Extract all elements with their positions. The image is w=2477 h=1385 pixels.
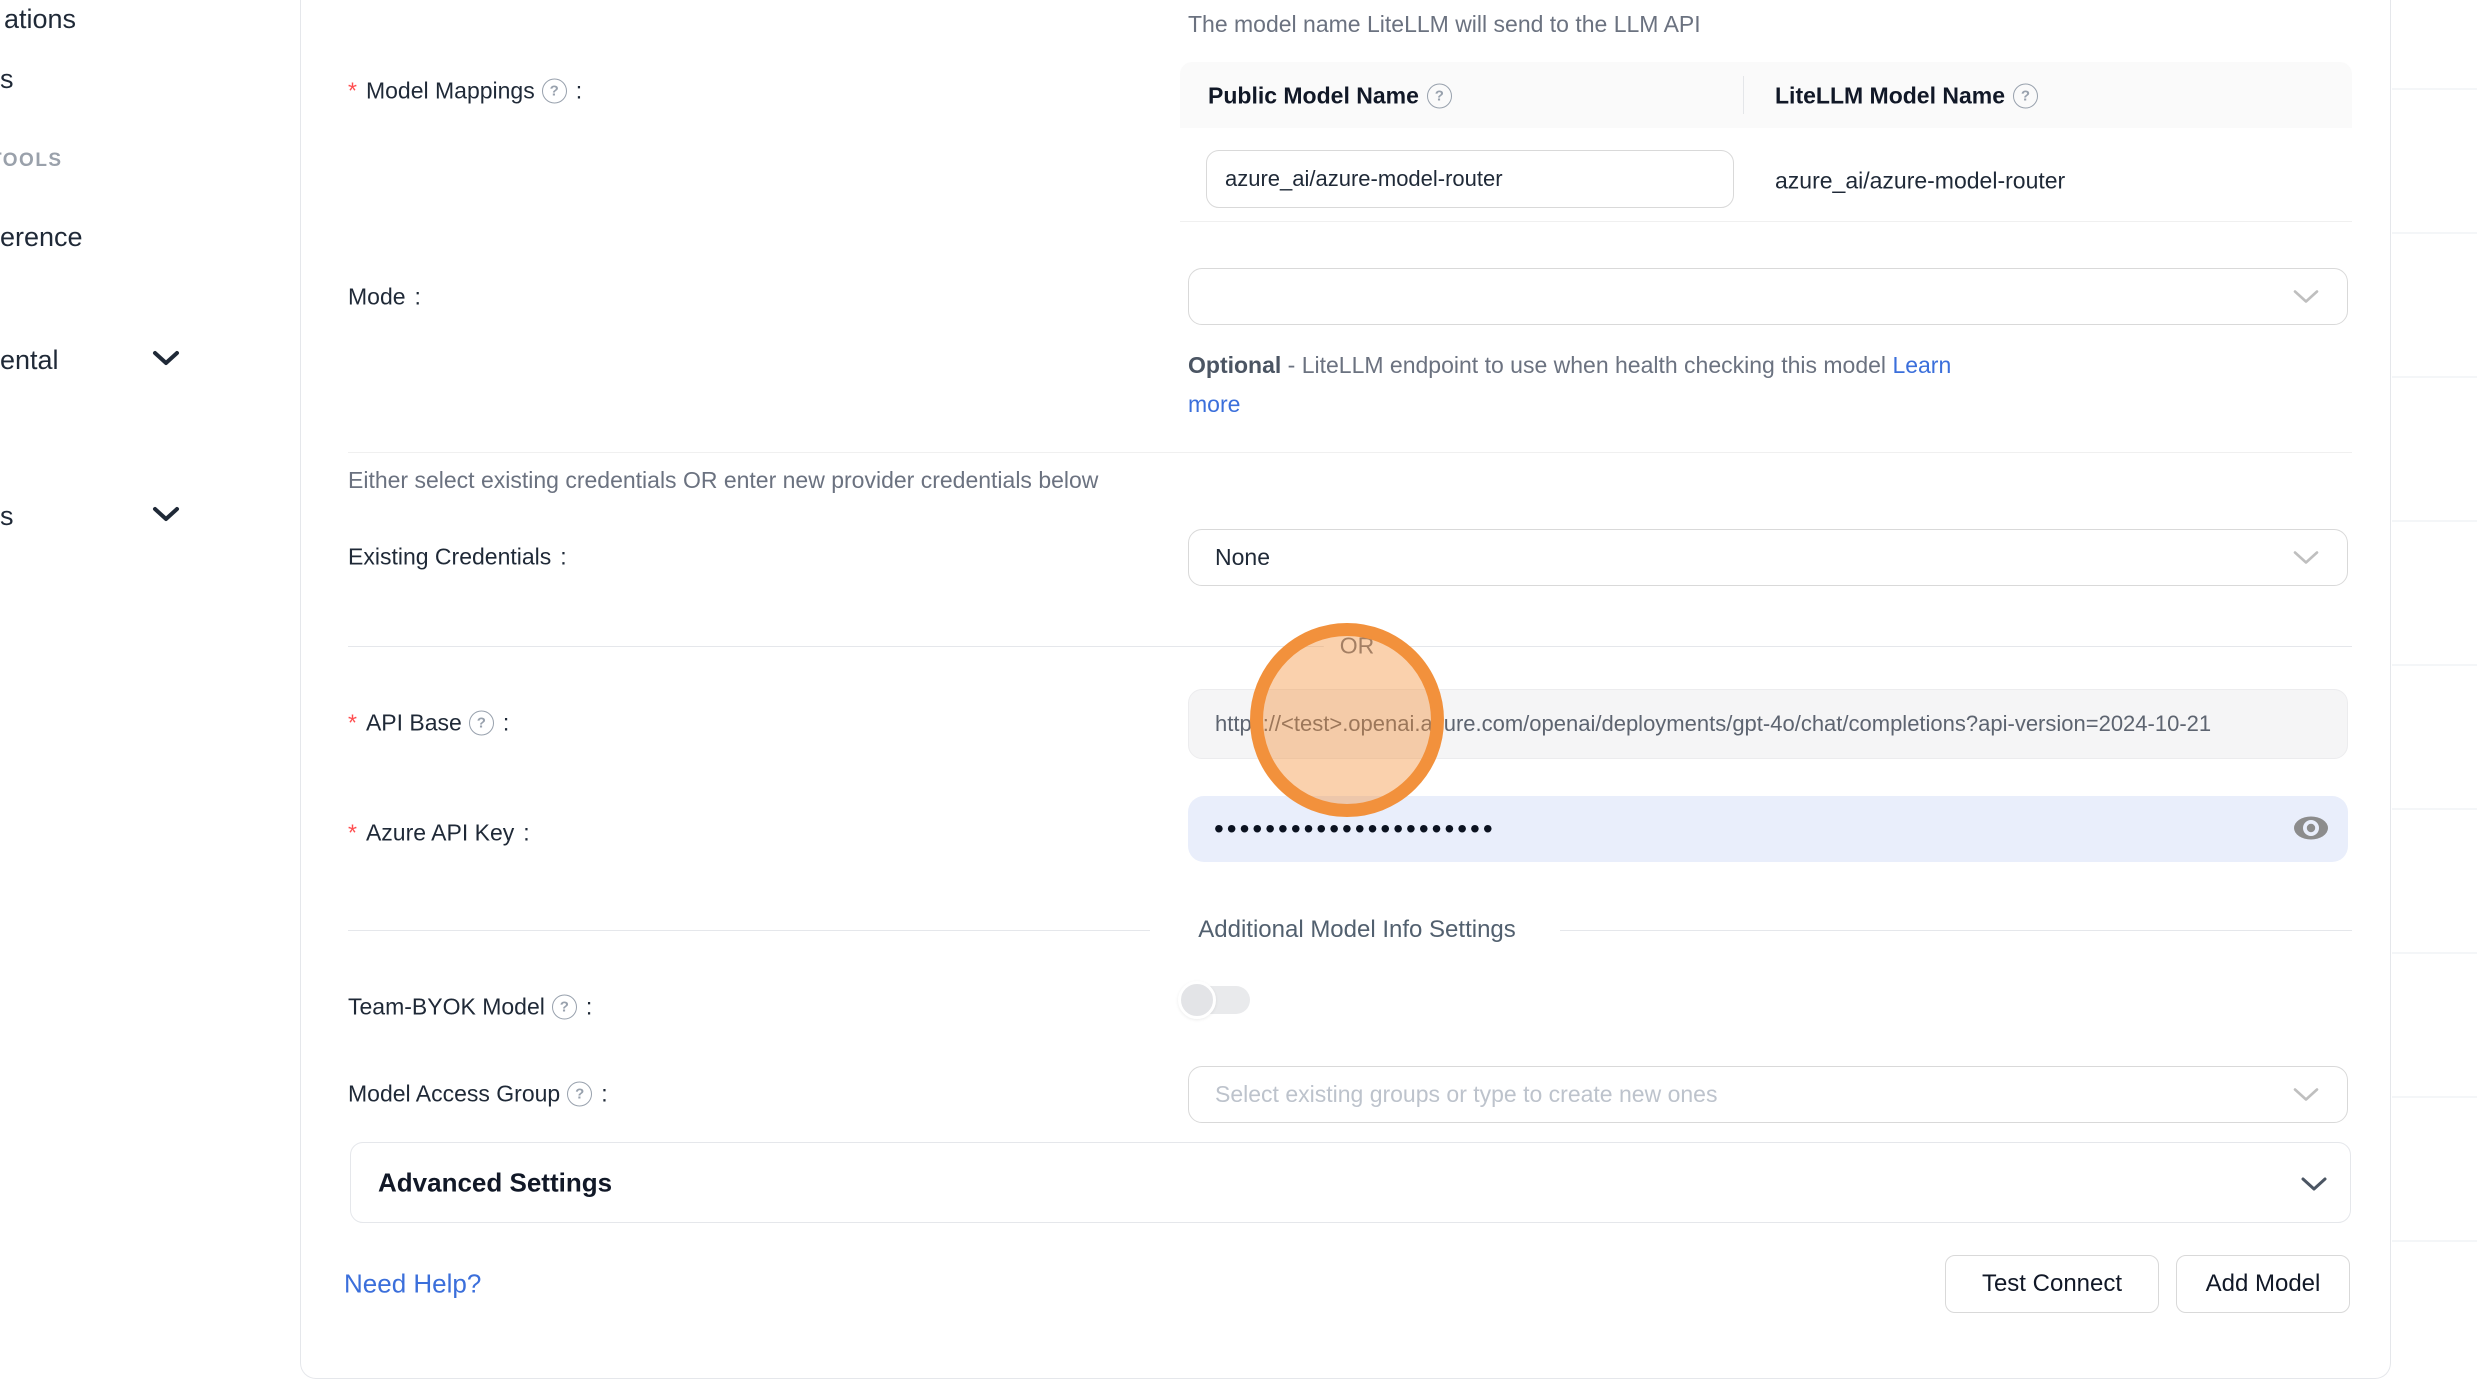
need-help-link[interactable]: Need Help? [344,1269,481,1300]
background-row-line [2392,952,2477,954]
chevron-down-icon [152,506,180,528]
sidebar-item-inference[interactable]: erence [0,222,83,253]
masked-api-key-value: •••••••••••••••••••••• [1214,813,1496,845]
background-row-line [2392,520,2477,522]
chevron-down-icon [152,350,180,372]
sidebar-item-organizations[interactable]: ations [4,4,76,35]
sidebar-section-tools: TOOLS [0,150,63,172]
help-circle-icon[interactable]: ? [552,995,577,1020]
required-asterisk: * [348,78,357,105]
team-byok-label: Team-BYOK Model ? : [348,994,592,1021]
sidebar-item[interactable]: s [0,64,14,95]
existing-credentials-select[interactable]: None [1188,529,2348,586]
section-divider [348,452,2352,453]
chevron-down-icon [2293,1081,2319,1108]
azure-api-key-label: * Azure API Key : [348,820,530,847]
chevron-down-icon [2293,544,2319,571]
model-mappings-label: * Model Mappings ? : [348,78,582,105]
column-divider [1743,76,1744,114]
background-row-line [2392,376,2477,378]
mode-select[interactable] [1188,268,2348,325]
eye-icon[interactable] [2292,813,2330,848]
api-base-label: * API Base ? : [348,710,509,737]
background-row-line [2392,1096,2477,1098]
background-row-line [2392,232,2477,234]
sidebar-item-experimental[interactable]: ental [0,345,59,376]
required-asterisk: * [348,820,357,847]
chevron-down-icon [2300,1176,2328,1197]
add-model-button[interactable]: Add Model [2176,1255,2350,1313]
background-row-line [2392,664,2477,666]
credentials-note: Either select existing credentials OR en… [348,467,1098,494]
existing-credentials-label: Existing Credentials: [348,544,567,571]
help-circle-icon[interactable]: ? [2013,84,2038,109]
help-circle-icon[interactable]: ? [542,79,567,104]
additional-settings-divider-label: Additional Model Info Settings [1198,916,1516,944]
mode-help-text-line2: more [1188,391,1240,418]
help-circle-icon[interactable]: ? [1427,84,1452,109]
chevron-down-icon [2293,283,2319,310]
divider-line-right [1560,930,2352,931]
model-access-group-label: Model Access Group ? : [348,1081,608,1108]
background-row-line [2392,1240,2477,1242]
learn-more-link[interactable]: Learn [1892,352,1951,378]
background-row-line [2392,88,2477,90]
column-header-public-model-name: Public Model Name ? [1208,83,1452,110]
help-circle-icon[interactable]: ? [469,711,494,736]
model-access-group-select[interactable]: Select existing groups or type to create… [1188,1066,2348,1123]
required-asterisk: * [348,710,357,737]
learn-more-link[interactable]: more [1188,391,1240,417]
or-divider-label: OR [1324,631,1391,662]
toggle-knob [1178,981,1216,1019]
api-base-input[interactable] [1188,689,2348,759]
mode-help-text: Optional - LiteLLM endpoint to use when … [1188,352,1951,379]
model-name-help-text: The model name LiteLLM will send to the … [1188,11,1701,38]
test-connect-button[interactable]: Test Connect [1945,1255,2159,1313]
divider-line-left [348,930,1150,931]
column-header-litellm-model-name: LiteLLM Model Name ? [1775,83,2038,110]
background-row-line [2392,808,2477,810]
table-row-border [1180,221,2352,222]
mode-label: Mode: [348,284,421,311]
advanced-settings-title: Advanced Settings [378,1168,612,1199]
sidebar-item-settings[interactable]: s [0,501,14,532]
help-circle-icon[interactable]: ? [567,1082,592,1107]
advanced-settings-panel[interactable] [350,1142,2351,1223]
public-model-name-input[interactable] [1206,150,1734,208]
litellm-model-name-value: azure_ai/azure-model-router [1775,168,2065,195]
